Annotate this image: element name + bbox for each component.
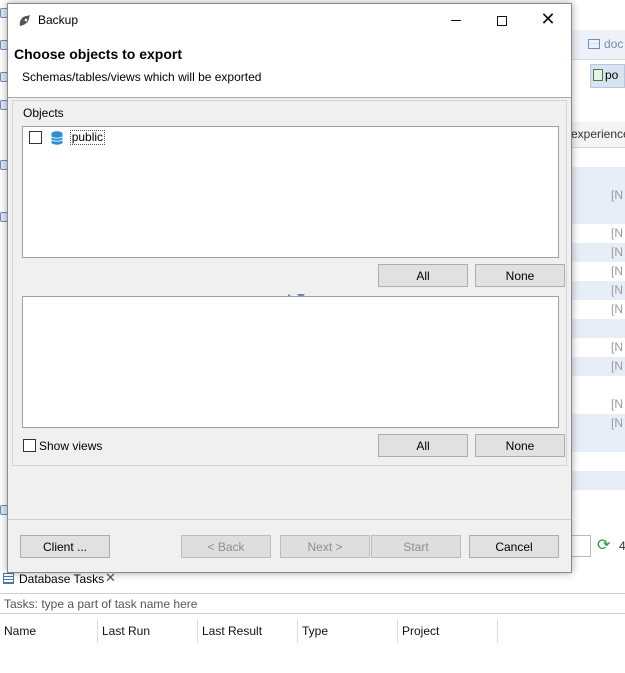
background-grid-row[interactable] — [571, 471, 625, 490]
background-grid-cell[interactable]: [N — [571, 357, 625, 376]
objects-group-label: Objects — [23, 106, 64, 120]
background-tab-doc-label: doc — [604, 37, 624, 51]
dialog-titlebar[interactable]: Backup ✕ — [8, 4, 571, 36]
background-grid-row[interactable] — [571, 167, 625, 186]
splitter-sash[interactable] — [285, 288, 315, 299]
background-grid-cell[interactable]: [N — [571, 243, 625, 262]
refresh-icon[interactable]: ⟳ — [597, 538, 610, 554]
background-grid-cell[interactable]: [N — [571, 338, 625, 357]
backup-dialog: Backup ✕ Choose objects to export Schema… — [7, 3, 572, 573]
show-views-label: Show views — [39, 438, 103, 453]
show-views-option[interactable]: Show views — [23, 438, 102, 453]
tasks-column-last-result[interactable]: Last Result — [198, 619, 298, 643]
select-none-objects-button[interactable]: None — [475, 264, 565, 287]
dialog-title: Backup — [38, 13, 79, 27]
tasks-column-type[interactable]: Type — [298, 619, 398, 643]
minimize-button[interactable] — [433, 4, 479, 36]
maximize-button[interactable] — [479, 4, 525, 36]
cancel-button[interactable]: Cancel — [469, 535, 559, 558]
minimize-icon — [451, 20, 461, 22]
objects-group: Objects public All None Show views All N… — [12, 100, 567, 466]
database-icon — [51, 131, 64, 145]
background-grid-cell[interactable]: [N — [571, 262, 625, 281]
wizard-heading: Choose objects to export — [14, 46, 183, 62]
background-grid-cell[interactable]: [N — [571, 300, 625, 319]
script-icon — [593, 69, 603, 81]
background-grid-cell[interactable]: [N — [571, 186, 625, 205]
background-grid-cell[interactable]: [N — [571, 281, 625, 300]
background-grid-row[interactable] — [571, 433, 625, 452]
tasks-filter-placeholder: Tasks: type a part of task name here — [4, 597, 198, 611]
show-views-checkbox[interactable] — [23, 439, 36, 453]
tree-item-label: public — [69, 130, 106, 146]
close-icon: ✕ — [540, 9, 556, 30]
tasks-filter-input[interactable]: Tasks: type a part of task name here — [0, 593, 625, 614]
background-grid-row[interactable] — [571, 319, 625, 338]
background-grid-cell[interactable]: [N — [571, 395, 625, 414]
background-grid-cell[interactable]: [N — [571, 414, 625, 433]
background-tab-po[interactable]: po — [590, 64, 625, 88]
objects-tree[interactable]: public — [22, 126, 559, 258]
footer-separator — [8, 519, 571, 520]
background-tab-doc[interactable]: doc — [588, 37, 623, 51]
backup-app-icon — [19, 15, 30, 26]
wizard-description: Schemas/tables/views which will be expor… — [22, 70, 262, 84]
tasks-column-last-run[interactable]: Last Run — [98, 619, 198, 643]
select-all-objects-button[interactable]: All — [378, 264, 468, 287]
public-checkbox[interactable] — [29, 131, 42, 145]
tasks-table-header: Name Last Run Last Result Type Project — [0, 619, 625, 643]
wizard-banner: Choose objects to export Schemas/tables/… — [8, 36, 571, 98]
background-search-box[interactable] — [571, 535, 591, 557]
select-all-tables-button[interactable]: All — [378, 434, 468, 457]
background-grid-cell[interactable]: [N — [571, 224, 625, 243]
tasks-icon — [3, 573, 14, 584]
background-grid-row[interactable] — [571, 205, 625, 224]
background-tab-po-label: po — [605, 68, 619, 82]
select-none-tables-button[interactable]: None — [475, 434, 565, 457]
client-button[interactable]: Client ... — [20, 535, 110, 558]
background-column-header-label: experience — [571, 127, 625, 141]
tables-list[interactable] — [22, 296, 559, 428]
tasks-column-project[interactable]: Project — [398, 619, 498, 643]
start-button[interactable]: Start — [371, 535, 461, 558]
maximize-icon — [497, 15, 507, 26]
background-column-header[interactable]: experience — [571, 122, 625, 148]
close-button[interactable]: ✕ — [525, 4, 571, 36]
background-refresh-count: 4 — [619, 539, 625, 553]
tree-item-public[interactable]: public — [29, 130, 106, 146]
next-button[interactable]: Next > — [280, 535, 370, 558]
table-icon — [588, 39, 600, 49]
database-tasks-tab-label: Database Tasks — [19, 572, 105, 586]
tasks-column-name[interactable]: Name — [0, 619, 98, 643]
back-button[interactable]: < Back — [181, 535, 271, 558]
